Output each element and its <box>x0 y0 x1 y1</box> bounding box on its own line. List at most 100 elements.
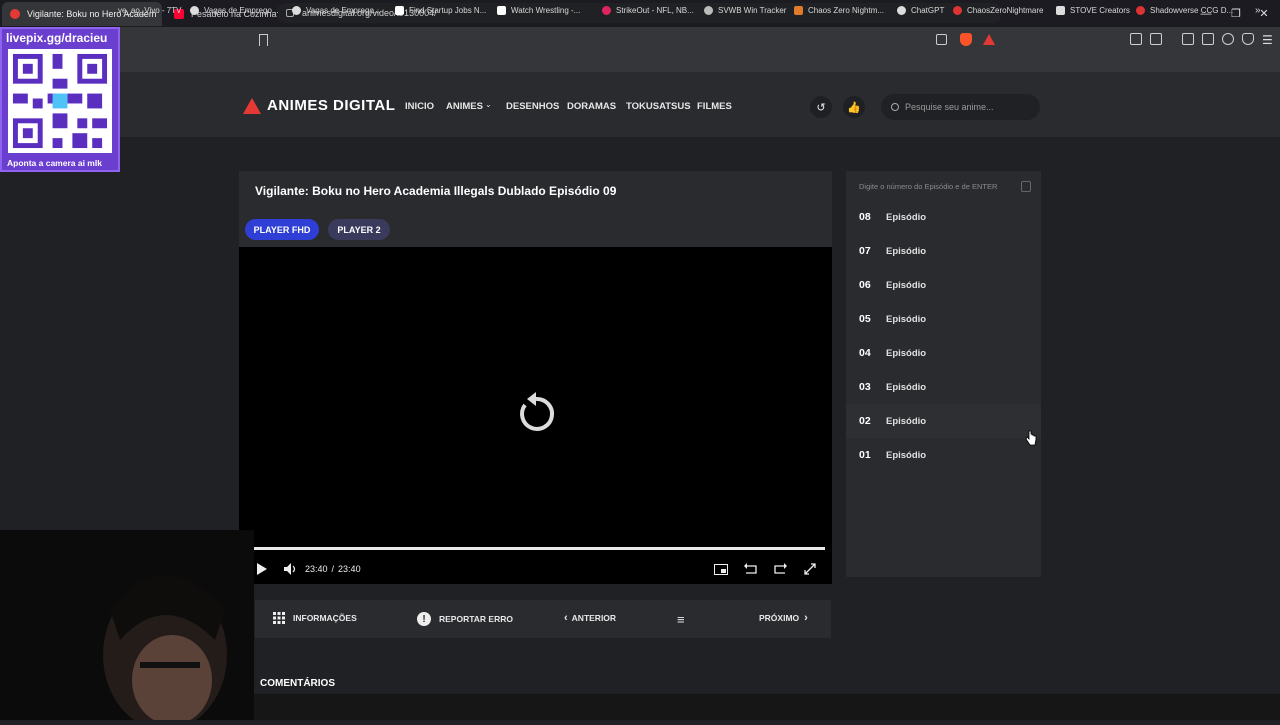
search-icon <box>891 103 899 111</box>
bookmark-item[interactable]: ChatGPT <box>897 3 944 17</box>
player-2-button[interactable]: PLAYER 2 <box>328 219 390 240</box>
browser-toolbar <box>0 27 1280 53</box>
alert-icon: ! <box>417 612 431 626</box>
webcam-overlay <box>0 530 254 725</box>
bookmark-favicon-icon <box>1056 5 1065 15</box>
site-logo[interactable]: ANIMES DIGITAL <box>243 97 395 114</box>
video-title: Vigilante: Boku no Hero Academia Illegal… <box>255 184 617 198</box>
bookmark-favicon-icon <box>1136 5 1145 15</box>
nav-tokusatsus[interactable]: TOKUSATSUS <box>626 101 691 112</box>
qr-code-icon <box>8 49 112 153</box>
grid-icon <box>273 612 285 624</box>
next-label: PRÓXIMO <box>759 613 800 623</box>
bookmark-favicon-icon <box>897 5 906 15</box>
episode-list-icon[interactable]: ≡ <box>677 612 685 627</box>
vpn-icon[interactable] <box>1242 33 1254 45</box>
bookmark-icon[interactable] <box>259 34 268 46</box>
livepix-overlay: livepix.gg/dracieu Aponta a camera ai ml… <box>0 27 120 172</box>
report-label: REPORTAR ERRO <box>439 614 513 624</box>
episode-item-07[interactable]: 07 Episódio <box>846 234 1041 268</box>
bookmark-item[interactable]: SVWB Win Tracker <box>704 3 786 17</box>
brave-shield-icon[interactable] <box>960 33 972 46</box>
bookmark-item[interactable]: Chaos Zero Nightm... <box>794 3 884 17</box>
player-fhd-button[interactable]: PLAYER FHD <box>245 219 319 240</box>
bookmark-item[interactable]: StrikeOut - NFL, NB... <box>602 3 694 17</box>
previous-button[interactable]: ‹ ANTERIOR <box>564 612 616 624</box>
bookmark-item[interactable]: STOVE Creators <box>1056 3 1130 17</box>
bookmark-favicon-icon <box>602 5 611 15</box>
search-icon <box>1021 180 1031 192</box>
time-total: 23:40 <box>338 564 361 574</box>
bookmark-favicon-icon <box>190 5 199 15</box>
comments-heading: COMENTÁRIOS <box>260 678 335 689</box>
hand-cursor-icon <box>1025 430 1037 446</box>
episode-search[interactable]: Digite o número do Episódio e de ENTER <box>859 179 1031 193</box>
wallet-icon[interactable] <box>1202 33 1214 45</box>
episode-item-05[interactable]: 05 Episódio <box>846 302 1041 336</box>
episode-item-08[interactable]: 08 Episódio <box>846 200 1041 234</box>
bookmark-item[interactable]: Vagas de Emprego... <box>292 3 381 17</box>
report-error-button[interactable]: ! REPORTAR ERRO <box>417 612 513 626</box>
bookmark-item[interactable]: Find Startup Jobs N... <box>395 3 486 17</box>
leo-ai-icon[interactable] <box>1222 33 1234 45</box>
site-search[interactable] <box>881 94 1040 120</box>
episode-item-03[interactable]: 03 Episódio <box>846 370 1041 404</box>
time-separator: / <box>331 564 335 574</box>
bookmark-item[interactable]: ve_ao_Vivo - 7TV <box>118 3 181 17</box>
nav-doramas[interactable]: DORAMAS <box>567 101 616 112</box>
logo-icon <box>243 97 261 114</box>
bookmark-favicon-icon <box>794 5 803 15</box>
episode-item-04[interactable]: 04 Episódio <box>846 336 1041 370</box>
search-input[interactable] <box>905 102 1025 112</box>
progress-bar[interactable] <box>254 547 825 550</box>
bookmark-favicon-icon <box>395 5 404 15</box>
nav-animes[interactable]: ANIMES <box>446 101 483 112</box>
replay-icon[interactable] <box>513 391 559 437</box>
bookmark-favicon-icon <box>497 5 506 15</box>
bookmarks-bar <box>0 53 1280 73</box>
overlay-footer: Aponta a camera ai mlk <box>7 158 102 168</box>
logo-text: ANIMES DIGITAL <box>267 97 396 114</box>
bookmark-favicon-icon <box>704 5 713 15</box>
chevron-left-icon: ‹ <box>564 612 568 624</box>
nav-desenhos[interactable]: DESENHOS <box>506 101 559 112</box>
episode-search-placeholder: Digite o número do Episódio e de ENTER <box>859 181 998 191</box>
rewind-10-icon[interactable] <box>743 561 759 577</box>
pip-icon[interactable] <box>713 561 729 577</box>
extensions-icon[interactable] <box>1130 33 1142 45</box>
episode-item-06[interactable]: 06 Episódio <box>846 268 1041 302</box>
bookmark-item[interactable]: Watch Wrestling -... <box>497 3 580 17</box>
sidebar-icon[interactable] <box>1182 33 1194 45</box>
episode-item-01[interactable]: 01 Episódio <box>846 438 1041 472</box>
extension-icon[interactable] <box>1150 33 1162 45</box>
info-button[interactable]: INFORMAÇÕES <box>273 612 357 624</box>
bookmark-item[interactable]: Shadowverse CCG D... <box>1136 3 1233 17</box>
volume-icon[interactable] <box>282 561 300 577</box>
bookmark-item[interactable]: Vagas de Emprego... <box>190 3 279 17</box>
more-bookmarks-icon[interactable]: » <box>1255 3 1261 17</box>
play-icon[interactable] <box>254 561 270 577</box>
history-icon[interactable]: ↺ <box>810 96 832 118</box>
bookmark-favicon-icon <box>953 5 962 15</box>
like-icon[interactable]: 👍 <box>843 96 865 118</box>
overlay-title: livepix.gg/dracieu <box>6 31 108 45</box>
chevron-right-icon: › <box>804 612 808 624</box>
bookmark-favicon-icon <box>292 5 301 15</box>
fullscreen-icon[interactable] <box>802 561 818 577</box>
nav-inicio[interactable]: INICIO <box>405 101 434 112</box>
share-icon[interactable] <box>936 34 947 45</box>
video-card <box>239 171 832 247</box>
rewards-icon[interactable] <box>983 34 995 45</box>
window-close-icon[interactable]: ✕ <box>1248 0 1280 27</box>
menu-icon[interactable]: ☰ <box>1262 33 1273 47</box>
nav-filmes[interactable]: FILMES <box>697 101 732 112</box>
next-button[interactable]: PRÓXIMO › <box>759 612 808 624</box>
page-bottom-strip <box>254 694 1280 720</box>
episode-item-02[interactable]: 02 Episódio <box>846 404 1041 438</box>
forward-10-icon[interactable] <box>772 561 788 577</box>
previous-label: ANTERIOR <box>571 613 617 623</box>
time-current: 23:40 <box>305 564 328 574</box>
webcam-person-image <box>0 530 254 725</box>
bookmark-item[interactable]: ChaosZeroNightmare <box>953 3 1043 17</box>
info-label: INFORMAÇÕES <box>293 613 357 623</box>
